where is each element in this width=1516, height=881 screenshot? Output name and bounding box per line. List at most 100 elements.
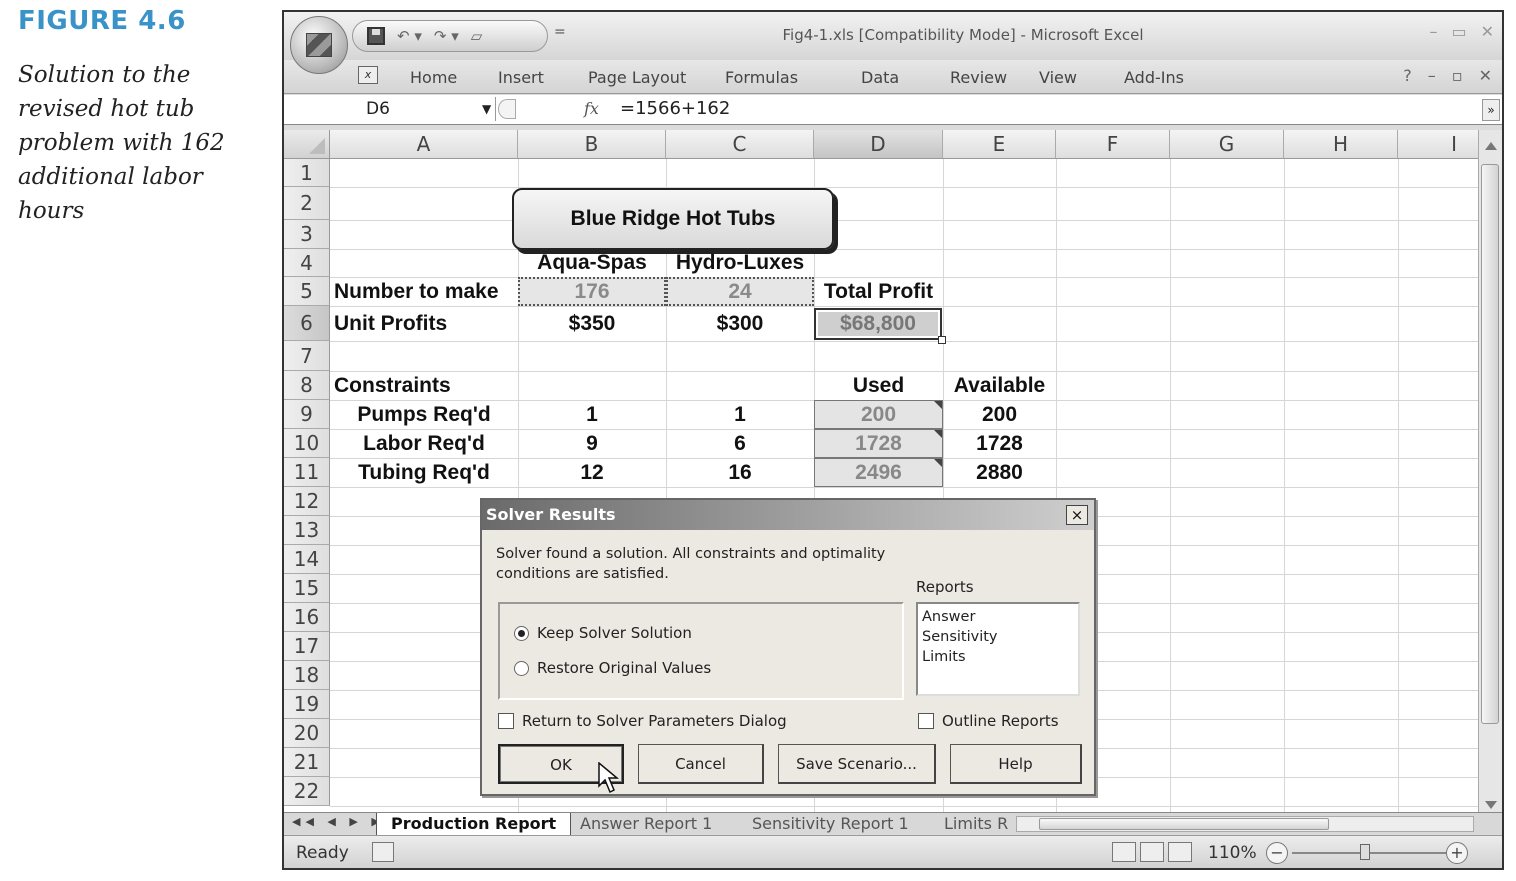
column-header-e[interactable]: E <box>943 130 1056 159</box>
name-box[interactable]: D6 ▼ <box>286 97 496 121</box>
report-option-answer[interactable]: Answer <box>922 607 1074 627</box>
tab-home[interactable]: Home <box>410 68 498 87</box>
cancel-button[interactable]: Cancel <box>638 744 764 784</box>
zoom-slider-thumb[interactable] <box>1360 844 1370 860</box>
cell-e10[interactable]: 1728 <box>943 429 1056 458</box>
outline-reports-checkbox[interactable]: Outline Reports <box>918 712 1059 730</box>
normal-view-icon[interactable] <box>1112 842 1136 862</box>
cell-c11[interactable]: 16 <box>666 458 814 487</box>
save-scenario-button[interactable]: Save Scenario... <box>778 744 936 784</box>
row-header-18[interactable]: 18 <box>284 661 330 690</box>
cell-d5[interactable]: Total Profit <box>814 277 943 306</box>
tab-page-layout[interactable]: Page Layout <box>588 68 725 87</box>
formula-input[interactable]: =1566+162 <box>620 97 730 121</box>
vertical-scrollbar[interactable] <box>1478 130 1502 813</box>
sheet-tab-sensitivity-report[interactable]: Sensitivity Report 1 <box>738 813 923 835</box>
minimize-ribbon-icon[interactable]: – <box>1428 66 1436 85</box>
row-header-13[interactable]: 13 <box>284 516 330 545</box>
row-header-20[interactable]: 20 <box>284 719 330 748</box>
column-header-i[interactable]: I <box>1398 130 1480 159</box>
fill-handle[interactable] <box>938 336 946 344</box>
expand-formula-bar-icon[interactable]: » <box>1482 99 1500 121</box>
column-header-b[interactable]: B <box>518 130 666 159</box>
cell-d9[interactable]: 200 <box>814 400 943 429</box>
minimize-icon[interactable]: – <box>1429 22 1437 41</box>
cell-d11[interactable]: 2496 <box>814 458 943 487</box>
cell-b10[interactable]: 9 <box>518 429 666 458</box>
scroll-up-icon[interactable] <box>1485 142 1497 150</box>
maximize-icon[interactable]: ▭ <box>1451 22 1466 41</box>
page-layout-view-icon[interactable] <box>1140 842 1164 862</box>
checkbox[interactable] <box>498 713 514 729</box>
cell-b4[interactable]: Aqua-Spas <box>518 249 666 277</box>
cell-d10[interactable]: 1728 <box>814 429 943 458</box>
row-header-1[interactable]: 1 <box>284 159 330 187</box>
close-workbook-icon[interactable]: ✕ <box>1479 66 1492 85</box>
column-header-a[interactable]: A <box>330 130 518 159</box>
zoom-level[interactable]: 110% <box>1208 843 1257 863</box>
cell-b6[interactable]: $350 <box>518 306 666 341</box>
chevron-down-icon[interactable]: ▼ <box>482 97 491 121</box>
cell-b9[interactable]: 1 <box>518 400 666 429</box>
zoom-in-icon[interactable]: + <box>1446 842 1468 864</box>
cell-c9[interactable]: 1 <box>666 400 814 429</box>
tab-add-ins[interactable]: Add-Ins <box>1124 68 1214 87</box>
cell-c6[interactable]: $300 <box>666 306 814 341</box>
column-header-d[interactable]: D <box>814 130 943 159</box>
scroll-down-icon[interactable] <box>1485 801 1497 809</box>
cell-a8[interactable]: Constraints <box>330 371 518 400</box>
row-header-2[interactable]: 2 <box>284 187 330 220</box>
formula-bar-resize-handle[interactable] <box>498 99 516 119</box>
restore-icon[interactable]: ▫ <box>1452 66 1463 85</box>
cell-b5[interactable]: 176 <box>518 277 666 306</box>
keep-solution-radio[interactable]: Keep Solver Solution <box>514 624 692 642</box>
help-button[interactable]: Help <box>950 744 1082 784</box>
sheet-tab-answer-report[interactable]: Answer Report 1 <box>566 813 726 835</box>
report-option-sensitivity[interactable]: Sensitivity <box>922 627 1074 647</box>
cell-a10[interactable]: Labor Req'd <box>330 429 518 458</box>
row-header-6[interactable]: 6 <box>284 306 330 341</box>
row-header-11[interactable]: 11 <box>284 458 330 487</box>
cell-a5[interactable]: Number to make <box>330 277 518 306</box>
tab-review[interactable]: Review <box>950 68 1039 87</box>
sheet-tab-production-report[interactable]: Production Report <box>376 813 572 835</box>
insert-function-icon[interactable]: fx <box>584 99 599 118</box>
radio-button[interactable] <box>514 660 529 676</box>
tab-insert[interactable]: Insert <box>498 68 588 87</box>
row-header-4[interactable]: 4 <box>284 249 330 277</box>
checkbox[interactable] <box>918 713 934 729</box>
row-header-19[interactable]: 19 <box>284 690 330 719</box>
horizontal-scrollbar[interactable] <box>1016 816 1474 832</box>
sheet-title-shape[interactable]: Blue Ridge Hot Tubs <box>512 188 834 250</box>
return-to-parameters-checkbox[interactable]: Return to Solver Parameters Dialog <box>498 712 787 730</box>
cell-a6[interactable]: Unit Profits <box>330 306 518 341</box>
column-header-c[interactable]: C <box>666 130 814 159</box>
row-header-5[interactable]: 5 <box>284 277 330 306</box>
column-header-f[interactable]: F <box>1056 130 1170 159</box>
office-button[interactable] <box>290 16 348 74</box>
cell-c4[interactable]: Hydro-Luxes <box>666 249 814 277</box>
tab-view[interactable]: View <box>1039 68 1124 87</box>
row-header-3[interactable]: 3 <box>284 220 330 249</box>
reports-listbox[interactable]: Answer Sensitivity Limits <box>916 602 1080 696</box>
column-header-h[interactable]: H <box>1284 130 1398 159</box>
close-icon[interactable]: × <box>1066 505 1088 525</box>
sheet-tab-limits-report[interactable]: Limits R <box>930 813 1022 835</box>
close-icon[interactable]: ✕ <box>1481 22 1494 41</box>
restore-values-radio[interactable]: Restore Original Values <box>514 659 711 677</box>
horizontal-scroll-thumb[interactable] <box>1039 818 1329 830</box>
cell-e9[interactable]: 200 <box>943 400 1056 429</box>
row-header-12[interactable]: 12 <box>284 487 330 516</box>
tab-formulas[interactable]: Formulas <box>725 68 861 87</box>
report-option-limits[interactable]: Limits <box>922 647 1074 667</box>
row-header-16[interactable]: 16 <box>284 603 330 632</box>
radio-button[interactable] <box>514 625 529 641</box>
row-header-17[interactable]: 17 <box>284 632 330 661</box>
row-header-22[interactable]: 22 <box>284 777 330 806</box>
cell-c10[interactable]: 6 <box>666 429 814 458</box>
cell-a11[interactable]: Tubing Req'd <box>330 458 518 487</box>
row-header-10[interactable]: 10 <box>284 429 330 458</box>
cell-e11[interactable]: 2880 <box>943 458 1056 487</box>
cell-b11[interactable]: 12 <box>518 458 666 487</box>
row-header-21[interactable]: 21 <box>284 748 330 777</box>
